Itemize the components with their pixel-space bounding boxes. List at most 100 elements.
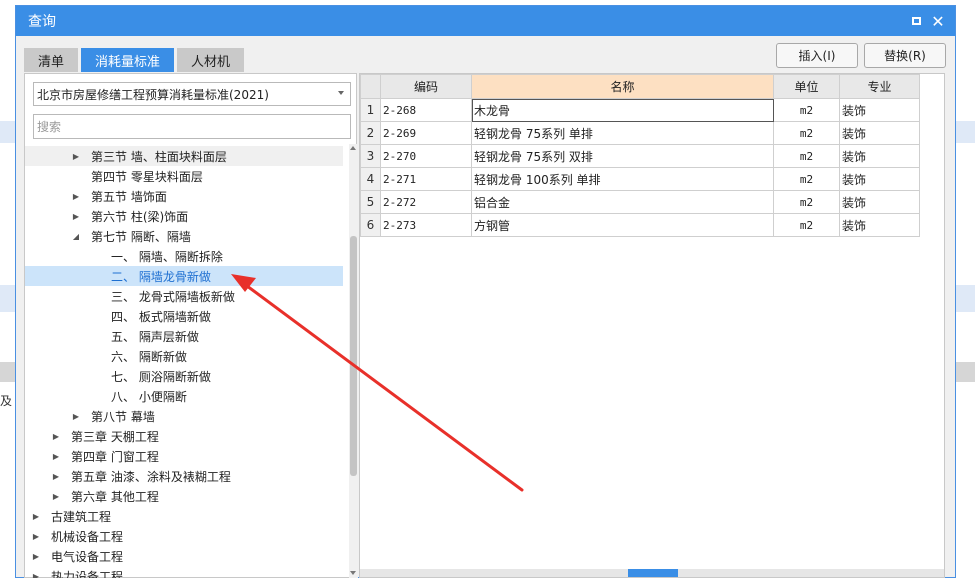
collapsed-arrow-icon[interactable]: ▶ bbox=[71, 192, 81, 201]
collapsed-arrow-icon[interactable]: ▶ bbox=[71, 212, 81, 221]
table-row[interactable]: 6 2-273 方钢管 m2 装饰 bbox=[360, 213, 920, 237]
tree-item[interactable]: 八、 小便隔断 bbox=[25, 386, 343, 406]
cell-code[interactable]: 2-272 bbox=[380, 190, 472, 214]
restore-icon[interactable] bbox=[905, 10, 927, 32]
col-header-name[interactable]: 名称 bbox=[471, 74, 774, 99]
table-row[interactable]: 1 2-268 木龙骨 m2 装饰 bbox=[360, 98, 920, 122]
collapsed-arrow-icon[interactable]: ▶ bbox=[31, 572, 41, 578]
cell-name[interactable]: 铝合金 bbox=[471, 190, 774, 214]
tree-item[interactable]: 七、 厕浴隔断新做 bbox=[25, 366, 343, 386]
tree-item[interactable]: ▶ 第八节 幕墙 bbox=[25, 406, 343, 426]
collapsed-arrow-icon[interactable]: ▶ bbox=[51, 432, 61, 441]
tree-scrollbar[interactable] bbox=[349, 144, 358, 578]
table-row[interactable]: 2 2-269 轻钢龙骨 75系列 单排 m2 装饰 bbox=[360, 121, 920, 145]
row-index[interactable]: 1 bbox=[360, 98, 381, 122]
col-header-unit[interactable]: 单位 bbox=[773, 74, 840, 99]
row-index[interactable]: 2 bbox=[360, 121, 381, 145]
tree-item[interactable]: 五、 隔声层新做 bbox=[25, 326, 343, 346]
table-row[interactable]: 5 2-272 铝合金 m2 装饰 bbox=[360, 190, 920, 214]
collapsed-arrow-icon[interactable]: ▶ bbox=[71, 412, 81, 421]
tree-item[interactable]: 六、 隔断新做 bbox=[25, 346, 343, 366]
dialog-titlebar[interactable]: 查询 ✕ bbox=[16, 6, 955, 36]
collapsed-arrow-icon[interactable]: ▶ bbox=[31, 512, 41, 521]
table-row[interactable]: 3 2-270 轻钢龙骨 75系列 双排 m2 装饰 bbox=[360, 144, 920, 168]
collapsed-arrow-icon[interactable]: ▶ bbox=[71, 152, 81, 161]
cell-name[interactable]: 轻钢龙骨 75系列 双排 bbox=[471, 144, 774, 168]
cell-code[interactable]: 2-270 bbox=[380, 144, 472, 168]
tree-item[interactable]: 一、 隔墙、隔断拆除 bbox=[25, 246, 343, 266]
tree-item[interactable]: ▶ 热力设备工程 bbox=[25, 566, 343, 578]
tree-item[interactable]: 二、 隔墙龙骨新做 bbox=[25, 266, 343, 286]
tree-item[interactable]: 三、 龙骨式隔墙板新做 bbox=[25, 286, 343, 306]
tab-bill[interactable]: 清单 bbox=[24, 48, 79, 72]
scroll-handle[interactable] bbox=[628, 569, 678, 577]
cell-major[interactable]: 装饰 bbox=[839, 167, 920, 191]
collapsed-arrow-icon[interactable]: ▶ bbox=[51, 472, 61, 481]
tree-item[interactable]: ▶ 第四章 门窗工程 bbox=[25, 446, 343, 466]
tree-item[interactable]: ◢ 第七节 隔断、隔墙 bbox=[25, 226, 343, 246]
standard-select[interactable]: 北京市房屋修缮工程预算消耗量标准(2021) bbox=[33, 82, 351, 106]
cell-code[interactable]: 2-273 bbox=[380, 213, 472, 237]
cell-unit[interactable]: m2 bbox=[773, 167, 840, 191]
cell-name[interactable]: 轻钢龙骨 100系列 单排 bbox=[471, 167, 774, 191]
cell-name[interactable]: 轻钢龙骨 75系列 单排 bbox=[471, 121, 774, 145]
collapsed-arrow-icon[interactable]: ▶ bbox=[51, 452, 61, 461]
cell-code[interactable]: 2-268 bbox=[380, 98, 472, 122]
tree-item[interactable]: ▶ 机械设备工程 bbox=[25, 526, 343, 546]
cell-major[interactable]: 装饰 bbox=[839, 190, 920, 214]
cell-code[interactable]: 2-269 bbox=[380, 121, 472, 145]
cell-major[interactable]: 装饰 bbox=[839, 121, 920, 145]
replace-button[interactable]: 替换(R) bbox=[864, 43, 946, 68]
expanded-arrow-icon[interactable]: ◢ bbox=[71, 232, 81, 241]
cell-unit[interactable]: m2 bbox=[773, 213, 840, 237]
cell-name[interactable]: 木龙骨 bbox=[471, 98, 774, 122]
scroll-down-icon[interactable] bbox=[350, 571, 356, 575]
col-header-code[interactable]: 编码 bbox=[380, 74, 472, 99]
cell-major[interactable]: 装饰 bbox=[839, 98, 920, 122]
horizontal-scrollbar[interactable] bbox=[360, 569, 944, 577]
tree-item[interactable]: 四、 板式隔墙新做 bbox=[25, 306, 343, 326]
tree-item[interactable]: ▶ 第六节 柱(梁)饰面 bbox=[25, 206, 343, 226]
cell-major[interactable]: 装饰 bbox=[839, 144, 920, 168]
cell-unit[interactable]: m2 bbox=[773, 190, 840, 214]
tree-item-label: 第六章 其他工程 bbox=[71, 489, 159, 504]
tab-labor-material-machine[interactable]: 人材机 bbox=[177, 48, 245, 72]
tab-consumption-standard[interactable]: 消耗量标准 bbox=[81, 48, 175, 72]
tree-item[interactable]: ▶ 第五节 墙饰面 bbox=[25, 186, 343, 206]
scrollbar-thumb[interactable] bbox=[350, 236, 357, 476]
tree-item[interactable]: ▶ 第六章 其他工程 bbox=[25, 486, 343, 506]
quota-table-panel: 编码 名称 单位 专业 1 2-268 木龙骨 m2 装饰 2 2-269 轻钢龙骨 75系列… bbox=[359, 73, 945, 578]
collapsed-arrow-icon[interactable]: ▶ bbox=[51, 492, 61, 501]
tab-bar: 清单 消耗量标准 人材机 bbox=[24, 48, 245, 72]
cell-unit[interactable]: m2 bbox=[773, 144, 840, 168]
tree-item[interactable]: ▶ 第三章 天棚工程 bbox=[25, 426, 343, 446]
col-header-major[interactable]: 专业 bbox=[839, 74, 920, 99]
tree-item[interactable]: ▶ 第五章 油漆、涂料及裱糊工程 bbox=[25, 466, 343, 486]
tree-item[interactable]: ▶ 古建筑工程 bbox=[25, 506, 343, 526]
row-index[interactable]: 6 bbox=[360, 213, 381, 237]
collapsed-arrow-icon[interactable]: ▶ bbox=[31, 532, 41, 541]
cell-code[interactable]: 2-271 bbox=[380, 167, 472, 191]
row-index[interactable]: 5 bbox=[360, 190, 381, 214]
cell-unit[interactable]: m2 bbox=[773, 98, 840, 122]
row-index[interactable]: 4 bbox=[360, 167, 381, 191]
tree-item-label: 机械设备工程 bbox=[51, 529, 124, 544]
tree-item-label: 古建筑工程 bbox=[51, 509, 112, 524]
insert-button[interactable]: 插入(I) bbox=[776, 43, 858, 68]
close-icon[interactable]: ✕ bbox=[927, 10, 949, 32]
cell-major[interactable]: 装饰 bbox=[839, 213, 920, 237]
row-index[interactable]: 3 bbox=[360, 144, 381, 168]
tree-item[interactable]: 第四节 零星块料面层 bbox=[25, 166, 343, 186]
scroll-up-icon[interactable] bbox=[350, 146, 356, 150]
tree-item-label: 五、 隔声层新做 bbox=[111, 329, 199, 344]
collapsed-arrow-icon[interactable]: ▶ bbox=[31, 552, 41, 561]
search-input[interactable] bbox=[33, 114, 351, 139]
tree-item-label: 第五节 墙饰面 bbox=[91, 189, 167, 204]
cell-unit[interactable]: m2 bbox=[773, 121, 840, 145]
table-row[interactable]: 4 2-271 轻钢龙骨 100系列 单排 m2 装饰 bbox=[360, 167, 920, 191]
chevron-down-icon[interactable] bbox=[338, 91, 344, 95]
tree-item[interactable]: ▶ 第三节 墙、柱面块料面层 bbox=[25, 146, 343, 166]
tree-item-label: 第五章 油漆、涂料及裱糊工程 bbox=[71, 469, 231, 484]
tree-item[interactable]: ▶ 电气设备工程 bbox=[25, 546, 343, 566]
cell-name[interactable]: 方钢管 bbox=[471, 213, 774, 237]
